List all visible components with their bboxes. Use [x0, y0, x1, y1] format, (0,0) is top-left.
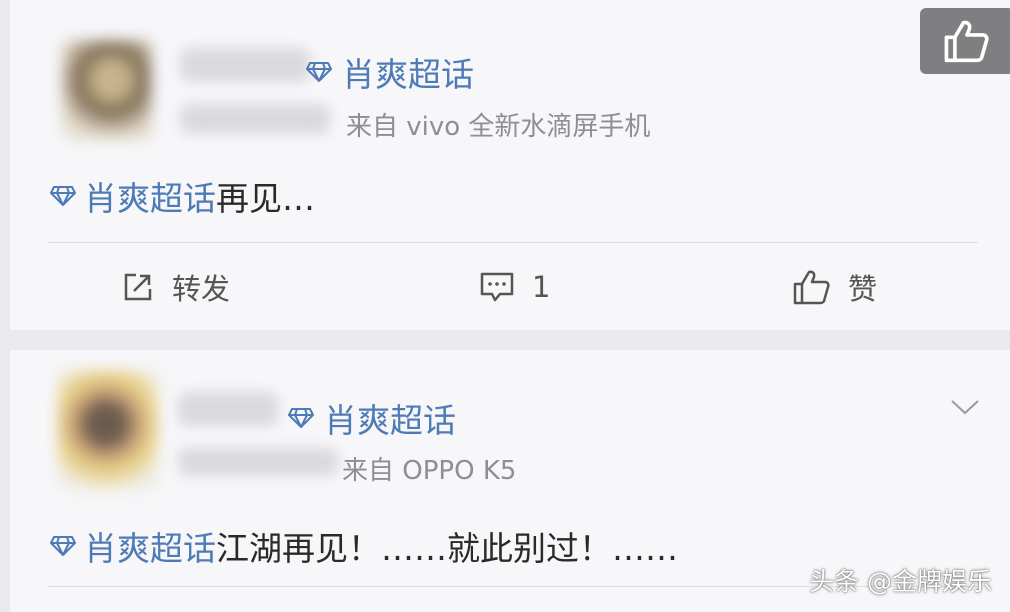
- timestamp-blurred: [180, 104, 330, 134]
- post-body: 再见…: [216, 179, 315, 218]
- post-card[interactable]: 肖爽超话 来自 vivo 全新水滴屏手机 肖爽超话 再见… 转发 1 赞: [10, 0, 1010, 330]
- post-source: 来自 OPPO K5: [342, 456, 517, 486]
- like-button[interactable]: 赞: [792, 265, 877, 309]
- post-content: 肖爽超话 江湖再见！……就此别过！……: [50, 522, 678, 570]
- avatar[interactable]: [58, 370, 158, 490]
- topic-label: 肖爽超话: [324, 401, 456, 440]
- like-label: 赞: [848, 272, 878, 306]
- divider: [48, 242, 978, 243]
- repost-label: 转发: [172, 272, 231, 306]
- repost-button[interactable]: 转发: [120, 265, 230, 309]
- thumbs-up-icon: [944, 20, 989, 63]
- post-topic-link[interactable]: 肖爽超话: [84, 172, 216, 220]
- post-body: 江湖再见！……就此别过！……: [216, 529, 678, 568]
- topic-link[interactable]: 肖爽超话: [306, 48, 474, 96]
- share-icon: [124, 273, 152, 301]
- avatar[interactable]: [62, 40, 152, 140]
- diamond-icon: [306, 62, 332, 82]
- comment-count: 1: [532, 270, 551, 304]
- username-blurred[interactable]: [180, 48, 310, 82]
- post-content: 肖爽超话 再见…: [50, 172, 315, 220]
- post-source: 来自 vivo 全新水滴屏手机: [346, 112, 651, 142]
- timestamp-blurred: [178, 448, 338, 476]
- diamond-icon: [288, 408, 314, 428]
- watermark: 头条 @金牌娱乐: [809, 567, 992, 596]
- comment-button[interactable]: 1: [478, 265, 550, 309]
- comment-icon: [480, 272, 514, 302]
- diamond-icon: [50, 536, 76, 556]
- chevron-down-icon[interactable]: [950, 398, 980, 416]
- topic-link[interactable]: 肖爽超话: [288, 394, 456, 442]
- like-badge[interactable]: [920, 8, 1010, 74]
- thumbs-up-icon: [793, 270, 830, 305]
- topic-label: 肖爽超话: [342, 55, 474, 94]
- diamond-icon: [50, 186, 76, 206]
- username-blurred[interactable]: [178, 392, 278, 426]
- post-topic-link[interactable]: 肖爽超话: [84, 522, 216, 570]
